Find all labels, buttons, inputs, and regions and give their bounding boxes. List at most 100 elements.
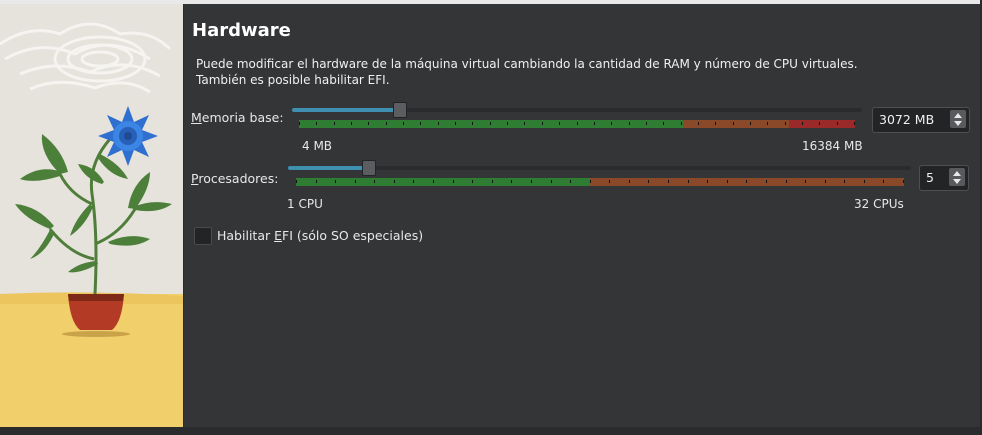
scale-tick: [524, 122, 525, 125]
efi-checkbox[interactable]: [194, 227, 212, 245]
cpu-slider[interactable]: [288, 160, 911, 176]
scale-tick: [472, 122, 473, 125]
scale-tick: [750, 122, 751, 125]
description-line-1: Puede modificar el hardware de la máquin…: [196, 57, 858, 71]
scale-tick: [420, 122, 421, 125]
cpu-scale-ticks: [296, 178, 904, 186]
scale-tick: [453, 180, 454, 183]
efi-label-accelerator[interactable]: E: [274, 228, 282, 243]
scale-tick: [590, 180, 591, 183]
scale-tick: [629, 180, 630, 183]
scale-tick: [766, 180, 767, 183]
efi-checkbox-label[interactable]: Habilitar EFI (sólo SO especiales): [217, 228, 423, 243]
scale-tick: [594, 122, 595, 125]
scale-tick: [374, 180, 375, 183]
scale-tick: [316, 180, 317, 183]
cpu-spin-buttons[interactable]: [949, 168, 965, 186]
scale-tick: [648, 180, 649, 183]
scale-tick: [629, 122, 630, 125]
memory-min-label: 4 MB: [302, 139, 333, 153]
cpu-slider-fill: [288, 166, 368, 170]
memory-scale-ticks: [299, 120, 855, 128]
spin-down-icon[interactable]: [953, 179, 961, 184]
cpu-slider-handle[interactable]: [362, 160, 376, 176]
efi-label-post[interactable]: FI (sólo SO especiales): [282, 228, 423, 243]
scale-tick: [707, 180, 708, 183]
scale-tick: [559, 122, 560, 125]
scale-tick: [663, 122, 664, 125]
memory-slider-fill: [292, 108, 399, 112]
scale-tick: [570, 180, 571, 183]
cpu-label: Procesadores:: [191, 171, 278, 186]
spin-up-icon[interactable]: [954, 113, 962, 118]
scale-tick: [492, 180, 493, 183]
memory-slider[interactable]: [292, 102, 862, 118]
cpu-spinbox-value[interactable]: 5: [926, 170, 934, 185]
scale-tick: [542, 122, 543, 125]
scale-tick: [715, 122, 716, 125]
scale-tick: [316, 122, 317, 125]
scale-tick: [531, 180, 532, 183]
scale-tick: [805, 180, 806, 183]
page-description: Puede modificar el hardware de la máquin…: [196, 56, 858, 88]
cpu-max-label: 32 CPUs: [854, 197, 904, 211]
wizard-illustration: [0, 4, 185, 427]
scale-tick: [351, 122, 352, 125]
scale-tick: [688, 180, 689, 183]
memory-max-label: 16384 MB: [802, 139, 863, 153]
scale-tick: [413, 180, 414, 183]
scale-tick: [785, 122, 786, 125]
scale-tick: [355, 180, 356, 183]
scale-tick: [438, 122, 439, 125]
memory-spin-buttons[interactable]: [950, 110, 966, 128]
memory-spinbox-value[interactable]: 3072 MB: [879, 112, 934, 127]
description-line-2: También es posible habilitar EFI.: [196, 73, 390, 87]
hardware-page: Hardware Puede modificar el hardware de …: [184, 4, 980, 427]
cpu-spinbox[interactable]: 5: [919, 165, 969, 191]
memory-label-post: emoria base:: [201, 110, 284, 125]
scale-tick: [296, 180, 297, 183]
scale-tick: [335, 180, 336, 183]
scale-tick: [698, 122, 699, 125]
scale-tick: [844, 180, 845, 183]
spin-down-icon[interactable]: [954, 121, 962, 126]
scale-tick: [746, 180, 747, 183]
cpu-min-label: 1 CPU: [287, 197, 323, 211]
spin-up-icon[interactable]: [953, 171, 961, 176]
scale-tick: [733, 122, 734, 125]
scale-tick: [786, 180, 787, 183]
scale-tick: [433, 180, 434, 183]
scale-tick: [472, 180, 473, 183]
scale-tick: [368, 122, 369, 125]
scale-tick: [551, 180, 552, 183]
scale-tick: [646, 122, 647, 125]
scale-tick: [455, 122, 456, 125]
efi-label-pre[interactable]: Habilitar: [217, 228, 274, 243]
scale-tick: [854, 122, 855, 125]
bottom-edge: [0, 427, 982, 435]
scale-tick: [864, 180, 865, 183]
memory-label-accelerator: M: [191, 110, 202, 125]
scale-tick: [609, 180, 610, 183]
scale-tick: [825, 180, 826, 183]
memory-label: Memoria base:: [191, 110, 284, 125]
scale-tick: [802, 122, 803, 125]
scale-tick: [577, 122, 578, 125]
scale-tick: [819, 122, 820, 125]
scale-tick: [507, 122, 508, 125]
scale-tick: [883, 180, 884, 183]
scale-tick: [511, 180, 512, 183]
scale-tick: [299, 122, 300, 125]
scale-tick: [837, 122, 838, 125]
scale-tick: [767, 122, 768, 125]
scale-tick: [727, 180, 728, 183]
scale-tick: [394, 180, 395, 183]
page-title: Hardware: [192, 20, 291, 41]
scale-tick: [490, 122, 491, 125]
scale-tick: [681, 122, 682, 125]
cpu-label-post: rocesadores:: [198, 171, 279, 186]
memory-slider-handle[interactable]: [393, 102, 407, 118]
scale-tick: [403, 122, 404, 125]
scale-tick: [334, 122, 335, 125]
memory-spinbox[interactable]: 3072 MB: [872, 107, 970, 133]
